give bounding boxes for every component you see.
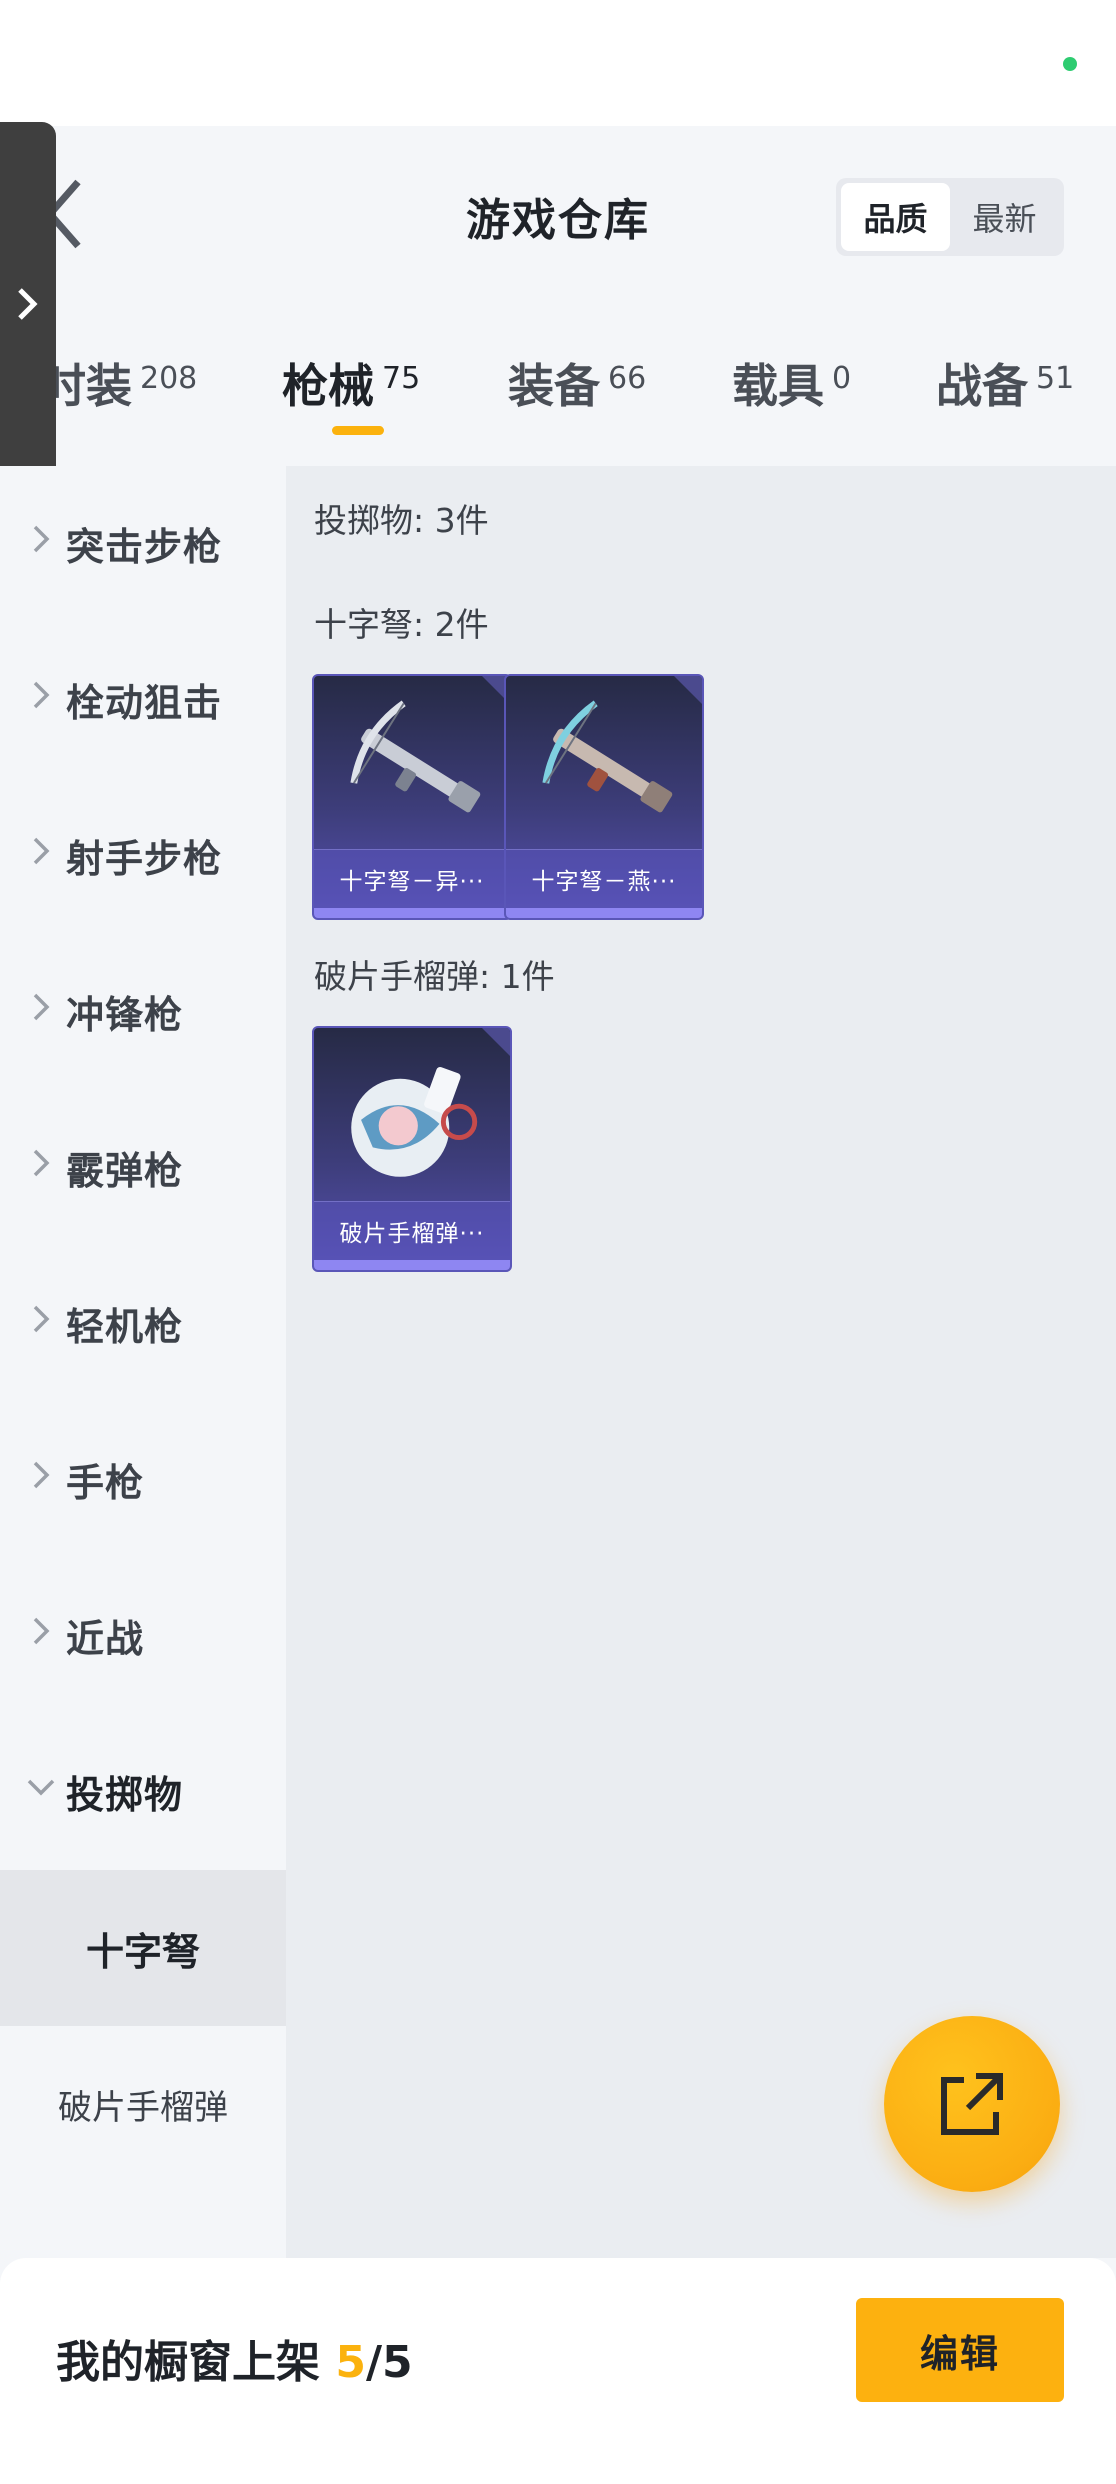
tab-label: 载具 <box>732 359 824 413</box>
rarity-stripe <box>314 1260 510 1270</box>
group-header-crossbow: 十字弩: 2件 <box>314 605 489 644</box>
tab-count: 66 <box>608 361 647 396</box>
sidebar-item-label: 冲锋枪 <box>66 993 184 1037</box>
tab-fashion[interactable]: 时装 208 <box>40 350 197 416</box>
sidebar-item-label: 射手步枪 <box>66 837 223 881</box>
tab-vehicles[interactable]: 载具 0 <box>732 350 851 416</box>
chevron-right-icon <box>33 525 50 553</box>
category-tabs: 时装 208 枪械 75 装备 66 载具 0 战备 51 <box>0 306 1116 466</box>
sort-toggle[interactable]: 品质 最新 <box>836 178 1064 256</box>
external-link-icon <box>941 2073 1003 2135</box>
tab-count: 0 <box>832 361 852 396</box>
sidebar-item-label: 突击步枪 <box>66 525 223 569</box>
sidebar-item-throwables[interactable]: 投掷物 <box>0 1714 286 1870</box>
tab-label: 装备 <box>508 359 600 413</box>
sidebar-item-label: 近战 <box>66 1617 145 1661</box>
sidebar-item-pistol[interactable]: 手枪 <box>0 1402 286 1558</box>
sidebar-item-label: 投掷物 <box>66 1773 184 1817</box>
crossbow-icon <box>350 700 481 813</box>
sort-option-latest[interactable]: 最新 <box>950 183 1059 251</box>
showcase-label: 我的橱窗上架 <box>56 2337 336 2388</box>
item-name: 破片手榴弹··· <box>314 1201 510 1260</box>
active-tab-indicator <box>332 426 384 435</box>
item-card[interactable]: 十字弩－燕··· <box>504 674 704 920</box>
category-sidebar: 突击步枪 栓动狙击 射手步枪 冲锋枪 霰弹枪 轻机枪 手枪 近战 投掷物 十字弩… <box>0 466 286 2258</box>
edit-button[interactable]: 编辑 <box>856 2298 1064 2402</box>
chevron-right-icon <box>33 681 50 709</box>
chevron-right-icon <box>33 1305 50 1333</box>
item-card[interactable]: 十字弩－异··· <box>312 674 512 920</box>
tab-count: 51 <box>1036 361 1075 396</box>
chevron-right-icon <box>33 1617 50 1645</box>
sidebar-item-bolt-sniper[interactable]: 栓动狙击 <box>0 622 286 778</box>
sidebar-item-label: 栓动狙击 <box>66 681 223 725</box>
tab-label: 战备 <box>936 359 1028 413</box>
item-card[interactable]: 破片手榴弹··· <box>312 1026 512 1272</box>
chevron-down-icon <box>27 1779 55 1796</box>
sidebar-item-marksman-rifle[interactable]: 射手步枪 <box>0 778 286 934</box>
rarity-stripe <box>314 908 510 918</box>
sidebar-item-lmg[interactable]: 轻机枪 <box>0 1246 286 1402</box>
showcase-total-count: /5 <box>365 2337 413 2388</box>
chevron-right-icon <box>33 993 50 1021</box>
chevron-right-icon <box>33 1149 50 1177</box>
sidebar-item-label: 手枪 <box>66 1461 145 1505</box>
sidebar-subitem-crossbow[interactable]: 十字弩 <box>0 1870 286 2026</box>
sidebar-subitem-frag-grenade[interactable]: 破片手榴弹 <box>0 2026 286 2182</box>
sidebar-item-melee[interactable]: 近战 <box>0 1558 286 1714</box>
tab-guns[interactable]: 枪械 75 <box>282 350 420 416</box>
item-name: 十字弩－燕··· <box>506 849 702 908</box>
tab-count: 75 <box>382 361 421 396</box>
tab-label: 枪械 <box>282 359 374 413</box>
chevron-right-icon <box>33 837 50 865</box>
share-fab-button[interactable] <box>884 2016 1060 2192</box>
item-grid-panel: 投掷物: 3件 十字弩: 2件 十字弩－异··· 十字弩－燕··· 破片手榴弹:… <box>286 466 1116 2258</box>
tab-equipment[interactable]: 装备 66 <box>508 350 646 416</box>
rarity-stripe <box>506 908 702 918</box>
sort-option-quality[interactable]: 品质 <box>841 183 950 251</box>
sidebar-item-assault-rifle[interactable]: 突击步枪 <box>0 466 286 622</box>
showcase-status: 我的橱窗上架 5/5 <box>56 2326 413 2390</box>
tab-supplies[interactable]: 战备 51 <box>936 350 1074 416</box>
group-header-throwables: 投掷物: 3件 <box>314 501 489 540</box>
sidebar-item-shotgun[interactable]: 霰弹枪 <box>0 1090 286 1246</box>
showcase-current-count: 5 <box>335 2337 366 2388</box>
crossbow-icon <box>542 700 673 813</box>
chevron-right-icon <box>33 1461 50 1489</box>
sidebar-item-smg[interactable]: 冲锋枪 <box>0 934 286 1090</box>
grenade-icon <box>351 1067 478 1177</box>
chevron-right-icon <box>18 288 38 320</box>
item-name: 十字弩－异··· <box>314 849 510 908</box>
tab-count: 208 <box>140 361 198 396</box>
showcase-bottom-bar: 我的橱窗上架 5/5 编辑 <box>0 2258 1116 2484</box>
side-drawer-handle[interactable] <box>0 122 56 490</box>
status-bar <box>0 0 1116 126</box>
sidebar-item-label: 轻机枪 <box>66 1305 184 1349</box>
status-indicator-dot <box>1063 57 1077 71</box>
group-header-frag-grenade: 破片手榴弹: 1件 <box>314 957 555 996</box>
sidebar-item-label: 霰弹枪 <box>66 1149 184 1193</box>
